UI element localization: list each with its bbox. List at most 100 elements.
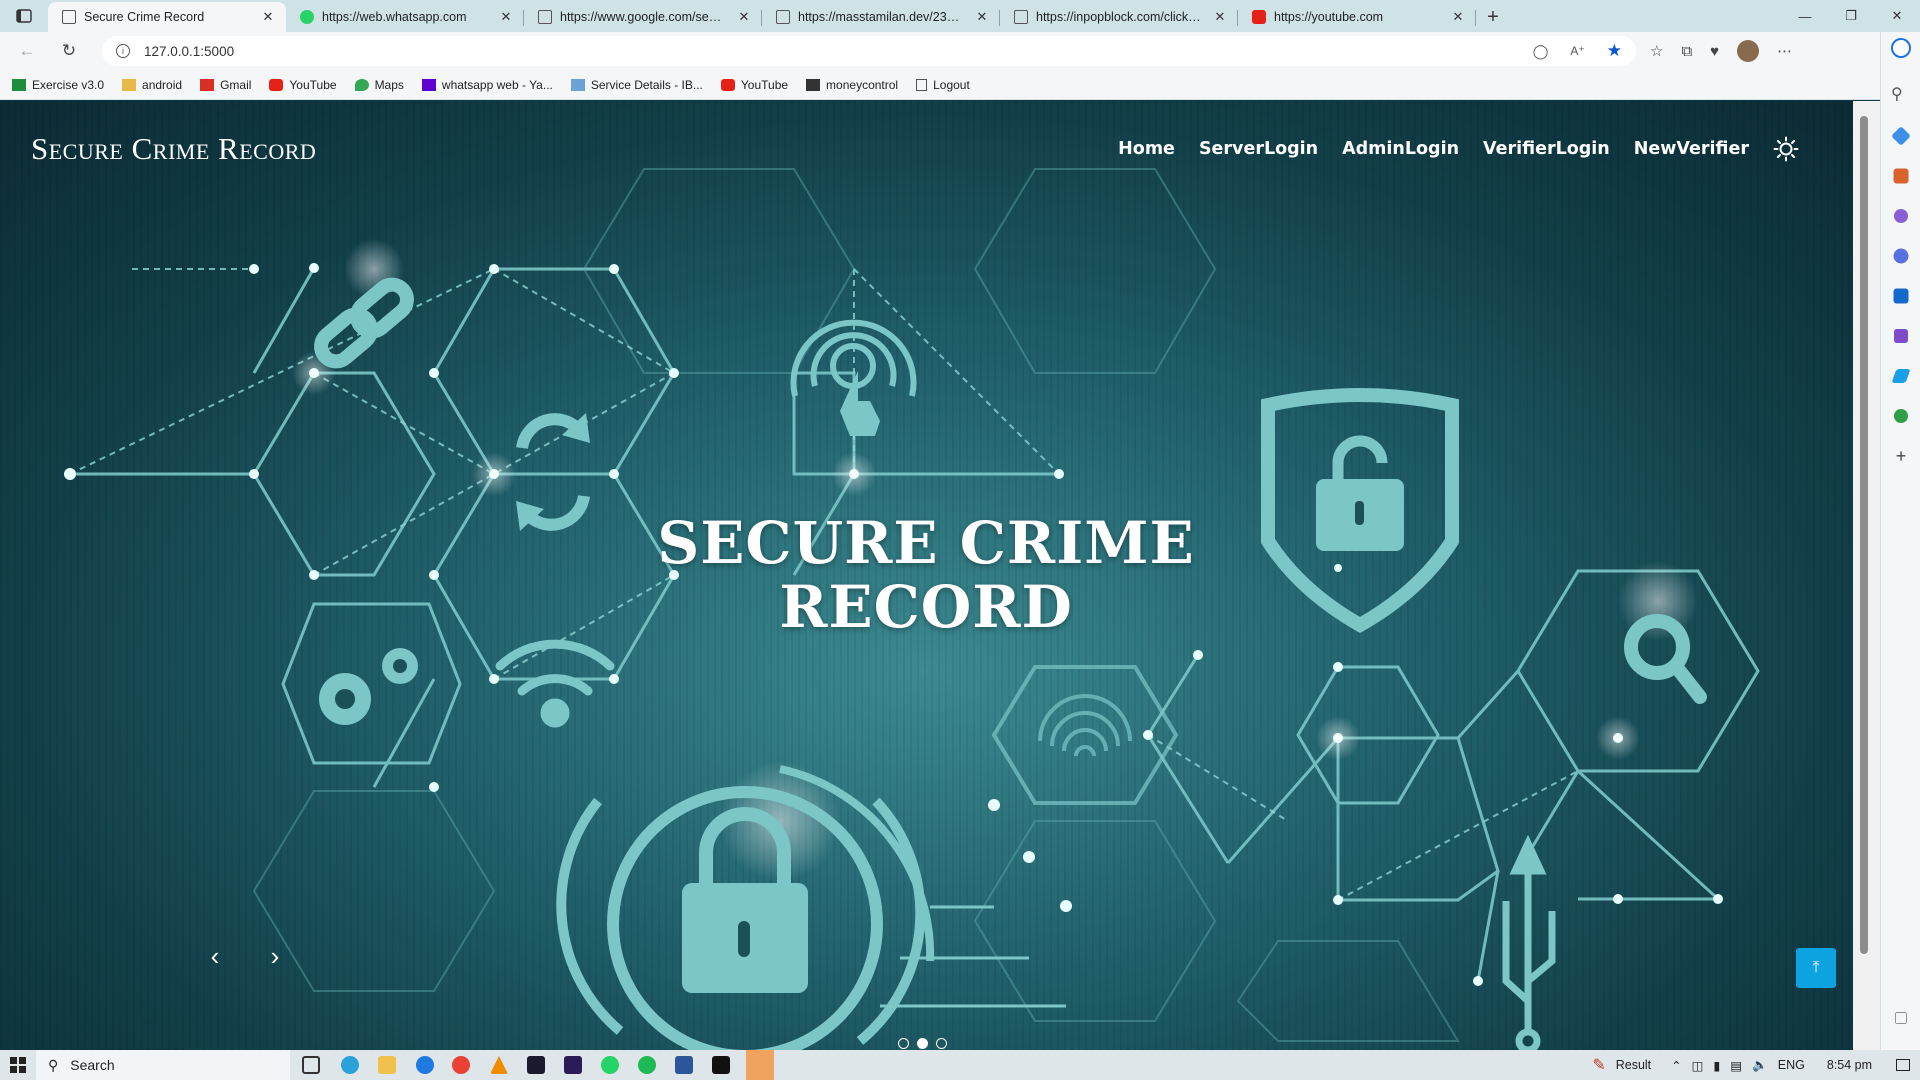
copilot-icon[interactable] bbox=[1891, 38, 1911, 58]
premiere-icon[interactable] bbox=[564, 1056, 582, 1074]
close-window-icon[interactable]: ✕ bbox=[1874, 0, 1920, 32]
carousel-next-icon[interactable]: › bbox=[260, 941, 290, 971]
taskbar-search-label: Search bbox=[70, 1057, 115, 1073]
pycharm-icon[interactable] bbox=[712, 1056, 730, 1074]
minimize-icon[interactable]: — bbox=[1782, 0, 1828, 32]
outlook-icon[interactable] bbox=[1893, 288, 1909, 304]
file-explorer-icon[interactable] bbox=[378, 1056, 396, 1074]
carousel-indicator-dot[interactable] bbox=[898, 1038, 909, 1049]
collections-icon[interactable]: ⧉ bbox=[1681, 43, 1692, 60]
word-icon[interactable] bbox=[675, 1056, 693, 1074]
battery-icon[interactable]: ▮ bbox=[1713, 1058, 1720, 1073]
tree-icon[interactable] bbox=[1894, 409, 1908, 423]
browser-tab[interactable]: https://www.google.com/search? ✕ bbox=[524, 2, 762, 32]
site-info-icon[interactable]: i bbox=[116, 44, 130, 58]
nav-server-login[interactable]: ServerLogin bbox=[1199, 139, 1318, 159]
network-icon[interactable]: ▤ bbox=[1730, 1058, 1742, 1073]
search-icon: ⚲ bbox=[48, 1056, 59, 1073]
games-icon[interactable] bbox=[1894, 209, 1908, 223]
browser-tab[interactable]: Secure Crime Record ✕ bbox=[48, 2, 286, 32]
new-tab-button[interactable]: + bbox=[1476, 2, 1510, 32]
browser-toolbar: ← ↻ i 127.0.0.1:5000 ◯ A⁺ ★ ☆ ⧉ ♥ ⋯ bbox=[0, 32, 1920, 70]
sun-icon[interactable] bbox=[1773, 136, 1799, 162]
close-tab-icon[interactable]: ✕ bbox=[1450, 9, 1466, 25]
favorite-label: Exercise v3.0 bbox=[32, 77, 105, 92]
favorite-star-icon[interactable]: ★ bbox=[1607, 41, 1622, 61]
browser-essentials-icon[interactable]: ♥ bbox=[1710, 43, 1719, 60]
favorite-item[interactable]: Exercise v3.0 bbox=[12, 78, 104, 92]
drop-icon[interactable] bbox=[1891, 369, 1911, 383]
windows-start-icon[interactable] bbox=[10, 1057, 26, 1073]
task-view-icon[interactable] bbox=[302, 1056, 320, 1074]
favorite-item[interactable]: YouTube bbox=[720, 78, 788, 92]
tag-icon[interactable] bbox=[1891, 126, 1911, 146]
favorite-item[interactable]: android bbox=[122, 78, 182, 92]
add-sidebar-app-icon[interactable]: + bbox=[1891, 446, 1911, 466]
nav-admin-login[interactable]: AdminLogin bbox=[1342, 139, 1459, 159]
read-aloud-icon[interactable]: A⁺ bbox=[1570, 44, 1584, 58]
close-tab-icon[interactable]: ✕ bbox=[974, 9, 990, 25]
scrollbar-thumb[interactable] bbox=[1860, 116, 1868, 954]
search-icon[interactable]: ⚲ bbox=[1891, 84, 1911, 104]
chevron-up-icon[interactable]: ⌃ bbox=[1671, 1058, 1681, 1073]
nav-new-verifier[interactable]: NewVerifier bbox=[1634, 139, 1749, 159]
volume-icon[interactable]: 🔈 bbox=[1752, 1058, 1768, 1073]
meet-now-icon[interactable]: ◫ bbox=[1692, 1058, 1704, 1073]
carousel-indicator-dot[interactable] bbox=[917, 1038, 928, 1049]
browser-tab[interactable]: https://masstamilan.dev/2374/ra ✕ bbox=[762, 2, 1000, 32]
favorite-item[interactable]: Maps bbox=[354, 78, 404, 92]
sync-icon bbox=[516, 413, 590, 531]
favorite-item[interactable]: moneycontrol bbox=[806, 78, 898, 92]
favorite-item[interactable]: whatsapp web - Ya... bbox=[421, 78, 553, 92]
browser-tab[interactable]: https://inpopblock.com/click.php ✕ bbox=[1000, 2, 1238, 32]
close-tab-icon[interactable]: ✕ bbox=[736, 9, 752, 25]
weather-widget-icon[interactable] bbox=[746, 1050, 774, 1080]
taskbar-search[interactable]: ⚲ Search bbox=[36, 1050, 290, 1080]
close-tab-icon[interactable]: ✕ bbox=[260, 9, 276, 25]
refresh-icon[interactable]: ↻ bbox=[48, 32, 90, 70]
k-app-icon[interactable] bbox=[527, 1056, 545, 1074]
telegram-icon[interactable] bbox=[341, 1056, 359, 1074]
more-options-icon[interactable]: ⋯ bbox=[1777, 42, 1792, 60]
browser-tab[interactable]: https://web.whatsapp.com ✕ bbox=[286, 2, 524, 32]
address-bar[interactable]: i 127.0.0.1:5000 ◯ A⁺ ★ bbox=[102, 36, 1636, 66]
scroll-to-top-button[interactable]: ⤒ bbox=[1796, 948, 1836, 988]
favorite-item[interactable]: YouTube bbox=[269, 78, 337, 92]
favorites-icon[interactable]: ☆ bbox=[1650, 42, 1663, 60]
designer-icon[interactable] bbox=[1894, 329, 1908, 343]
youtube-icon bbox=[269, 78, 284, 91]
sidebar-toggle-icon[interactable] bbox=[1895, 1012, 1907, 1024]
carousel-indicator-dot[interactable] bbox=[936, 1038, 947, 1049]
whatsapp-icon bbox=[300, 10, 314, 24]
youtube-icon bbox=[720, 78, 735, 91]
spotify-icon[interactable] bbox=[638, 1056, 656, 1074]
language-indicator[interactable]: ENG bbox=[1778, 1058, 1805, 1072]
edge-icon[interactable] bbox=[416, 1056, 434, 1074]
tray-app-label[interactable]: Result bbox=[1616, 1058, 1651, 1072]
restore-icon[interactable]: ❐ bbox=[1828, 0, 1874, 32]
vlc-icon[interactable] bbox=[490, 1056, 508, 1074]
whatsapp-icon[interactable] bbox=[601, 1056, 619, 1074]
nav-verifier-login[interactable]: VerifierLogin bbox=[1483, 139, 1610, 159]
microsoft365-icon[interactable] bbox=[1893, 248, 1909, 264]
clock[interactable]: 8:54 pm bbox=[1827, 1058, 1872, 1072]
chrome-icon[interactable] bbox=[452, 1056, 470, 1074]
tab-actions-menu-icon[interactable] bbox=[0, 0, 48, 32]
favorite-item[interactable]: Logout bbox=[916, 78, 970, 92]
notifications-icon[interactable] bbox=[1896, 1059, 1910, 1071]
favorite-item[interactable]: Gmail bbox=[200, 78, 251, 92]
toolbox-icon[interactable] bbox=[1893, 168, 1909, 184]
close-tab-icon[interactable]: ✕ bbox=[1212, 9, 1228, 25]
carousel-prev-icon[interactable]: ‹ bbox=[200, 941, 230, 971]
close-tab-icon[interactable]: ✕ bbox=[498, 9, 514, 25]
browser-tab[interactable]: https://youtube.com ✕ bbox=[1238, 2, 1476, 32]
page-scrollbar[interactable] bbox=[1853, 101, 1880, 1050]
profile-avatar[interactable] bbox=[1737, 40, 1760, 62]
favorite-item[interactable]: Service Details - IB... bbox=[570, 78, 703, 92]
nav-home[interactable]: Home bbox=[1118, 139, 1175, 159]
back-icon[interactable]: ← bbox=[6, 32, 48, 70]
tracking-icon[interactable]: ◯ bbox=[1533, 43, 1549, 60]
brand-logo[interactable]: Secure Crime Record bbox=[31, 131, 316, 167]
w-icon bbox=[12, 78, 26, 91]
result-app-icon[interactable]: ✎ bbox=[1592, 1055, 1605, 1075]
